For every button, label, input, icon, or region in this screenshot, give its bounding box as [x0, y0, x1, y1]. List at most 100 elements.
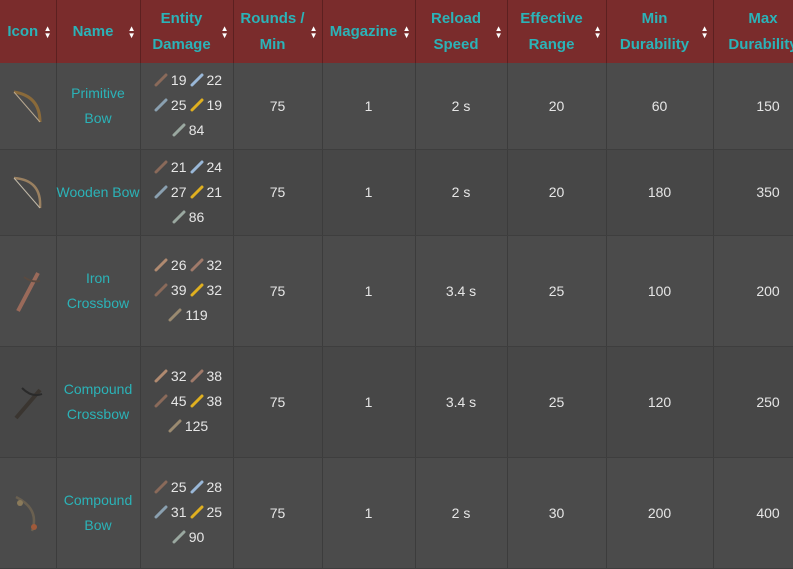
- damage-value: 84: [189, 122, 205, 138]
- sort-icon[interactable]: ▲▼: [221, 25, 229, 39]
- max-dur-cell: 150: [713, 63, 793, 149]
- magazine-cell: 1: [322, 149, 415, 235]
- damage-value: 21: [207, 184, 223, 200]
- damage-value: 26: [171, 257, 187, 273]
- steel-bolt-icon: [154, 394, 168, 408]
- min-dur-cell: 60: [606, 63, 713, 149]
- reload-cell: 2 s: [415, 457, 507, 568]
- damage-value: 38: [207, 393, 223, 409]
- damage-value: 32: [207, 282, 223, 298]
- entity-damage-cell: 2528312590: [140, 457, 233, 568]
- flaming-bolt-icon: [190, 394, 204, 408]
- steel-arrow-icon: [154, 505, 168, 519]
- sort-icon[interactable]: ▲▼: [495, 25, 503, 39]
- iron-bolt-icon: [190, 369, 204, 383]
- wooden-bow-icon: [0, 149, 56, 235]
- damage-value: 39: [171, 282, 187, 298]
- exploding-arrow-icon: [172, 530, 186, 544]
- table-row: Wooden Bow21242721867512 s20180350: [0, 149, 793, 235]
- stone-arrow-icon: [154, 160, 168, 174]
- rounds-cell: 75: [233, 63, 322, 149]
- sort-icon[interactable]: ▲▼: [310, 25, 318, 39]
- damage-value: 28: [207, 479, 223, 495]
- header-label: Rounds / Min: [238, 6, 318, 58]
- header-damage[interactable]: Entity Damage▲▼: [140, 0, 233, 63]
- table-row: Primitive Bow19222519847512 s2060150: [0, 63, 793, 149]
- iron-bolt-icon: [190, 258, 204, 272]
- steel-arrow-icon: [154, 185, 168, 199]
- reload-cell: 3.4 s: [415, 235, 507, 346]
- table-row: Compound Crossbow323845381257513.4 s2512…: [0, 346, 793, 457]
- header-max_dur[interactable]: Max Durability▲▼: [713, 0, 793, 63]
- header-range[interactable]: Effective Range▲▼: [507, 0, 606, 63]
- header-min_dur[interactable]: Min Durability▲▼: [606, 0, 713, 63]
- damage-value: 21: [171, 159, 187, 175]
- range-cell: 30: [507, 457, 606, 568]
- damage-value: 24: [207, 159, 223, 175]
- damage-value: 32: [207, 257, 223, 273]
- header-name[interactable]: Name ▲▼: [56, 0, 140, 63]
- iron-arrow-icon: [190, 73, 204, 87]
- weapon-name-link[interactable]: Wooden Bow: [56, 149, 140, 235]
- rounds-cell: 75: [233, 149, 322, 235]
- weapon-name-link[interactable]: Iron Crossbow: [56, 235, 140, 346]
- compound-crossbow-icon: [0, 346, 56, 457]
- header-label: Icon: [7, 19, 48, 45]
- header-label: Name: [73, 19, 124, 45]
- header-reload[interactable]: Reload Speed▲▼: [415, 0, 507, 63]
- table-header-row: Icon▲▼Name▲▼Entity Damage▲▼Rounds / Min▲…: [0, 0, 793, 63]
- max-dur-cell: 250: [713, 346, 793, 457]
- min-dur-cell: 100: [606, 235, 713, 346]
- sort-icon[interactable]: ▲▼: [403, 25, 411, 39]
- magazine-cell: 1: [322, 63, 415, 149]
- sort-icon[interactable]: ▲▼: [44, 25, 52, 39]
- table-row: Compound Bow25283125907512 s30200400: [0, 457, 793, 568]
- range-cell: 20: [507, 149, 606, 235]
- table-body: Primitive Bow19222519847512 s2060150Wood…: [0, 63, 793, 568]
- sort-icon[interactable]: ▲▼: [128, 25, 136, 39]
- header-label: Magazine: [330, 19, 408, 45]
- header-magazine[interactable]: Magazine▲▼: [322, 0, 415, 63]
- header-icon[interactable]: Icon▲▼: [0, 0, 56, 63]
- compound-bow-icon: [0, 457, 56, 568]
- iron-arrow-icon: [190, 480, 204, 494]
- damage-value: 119: [185, 307, 207, 323]
- steel-arrow-icon: [154, 98, 168, 112]
- entity-damage-cell: 1922251984: [140, 63, 233, 149]
- damage-value: 31: [171, 504, 187, 520]
- max-dur-cell: 350: [713, 149, 793, 235]
- weapon-name-link[interactable]: Compound Crossbow: [56, 346, 140, 457]
- reload-cell: 2 s: [415, 63, 507, 149]
- min-dur-cell: 200: [606, 457, 713, 568]
- header-label: Effective Range: [512, 6, 602, 58]
- header-label: Entity Damage: [145, 6, 229, 58]
- weapons-table: Icon▲▼Name▲▼Entity Damage▲▼Rounds / Min▲…: [0, 0, 793, 569]
- damage-value: 32: [171, 368, 187, 384]
- flaming-arrow-icon: [190, 98, 204, 112]
- reload-cell: 3.4 s: [415, 346, 507, 457]
- damage-value: 27: [171, 184, 187, 200]
- rounds-cell: 75: [233, 346, 322, 457]
- header-rounds[interactable]: Rounds / Min▲▼: [233, 0, 322, 63]
- sort-icon[interactable]: ▲▼: [594, 25, 602, 39]
- entity-damage-cell: 32384538125: [140, 346, 233, 457]
- damage-value: 125: [185, 418, 208, 434]
- flaming-arrow-icon: [190, 185, 204, 199]
- flaming-arrow-icon: [190, 505, 204, 519]
- sort-icon[interactable]: ▲▼: [701, 25, 709, 39]
- damage-value: 90: [189, 529, 205, 545]
- min-dur-cell: 180: [606, 149, 713, 235]
- weapon-name-link[interactable]: Primitive Bow: [56, 63, 140, 149]
- damage-value: 25: [171, 479, 187, 495]
- max-dur-cell: 200: [713, 235, 793, 346]
- exploding-bolt-icon: [168, 419, 182, 433]
- weapon-name-link[interactable]: Compound Bow: [56, 457, 140, 568]
- damage-value: 86: [189, 209, 205, 225]
- magazine-cell: 1: [322, 235, 415, 346]
- steel-bolt-icon: [154, 283, 168, 297]
- rounds-cell: 75: [233, 457, 322, 568]
- damage-value: 45: [171, 393, 187, 409]
- flaming-bolt-icon: [190, 283, 204, 297]
- reload-cell: 2 s: [415, 149, 507, 235]
- range-cell: 25: [507, 346, 606, 457]
